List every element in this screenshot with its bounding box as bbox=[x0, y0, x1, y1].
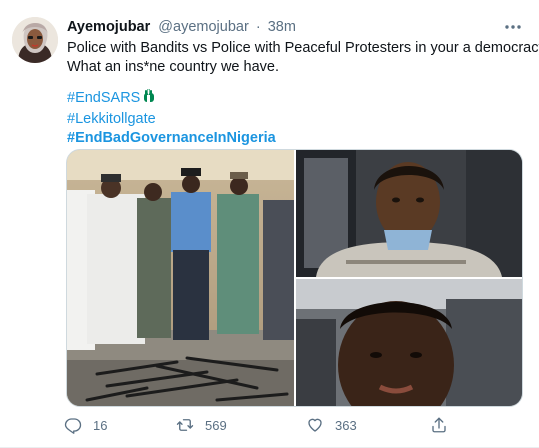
separator-dot: · bbox=[255, 19, 261, 35]
hashtag-list: #EndSARS #Lekkitollgate #EndBadGovernanc… bbox=[67, 88, 276, 148]
raised-fist-emoji-icon bbox=[143, 88, 155, 110]
share-button[interactable] bbox=[428, 413, 450, 437]
hashtag-lekkitollgate[interactable]: #Lekkitollgate bbox=[67, 110, 276, 129]
like-count: 363 bbox=[335, 417, 357, 433]
retweet-button[interactable]: 569 bbox=[174, 413, 227, 437]
tweet-card[interactable]: Ayemojubar @ayemojubar · 38m Police with… bbox=[0, 0, 539, 448]
like-button[interactable]: 363 bbox=[304, 413, 357, 437]
tweet-header: Ayemojubar @ayemojubar · 38m bbox=[67, 17, 527, 37]
tweet-actions: 16 569 363 bbox=[60, 413, 480, 437]
photo-police-with-weapons[interactable] bbox=[67, 150, 294, 406]
reply-icon bbox=[62, 414, 84, 436]
heart-icon bbox=[304, 414, 326, 436]
tweet-text-line2: What an ins*ne country we have. bbox=[67, 59, 279, 75]
author-handle[interactable]: @ayemojubar bbox=[158, 19, 248, 35]
author-name[interactable]: Ayemojubar bbox=[67, 19, 150, 35]
avatar[interactable] bbox=[12, 17, 58, 63]
retweet-icon bbox=[174, 414, 196, 436]
reply-button[interactable]: 16 bbox=[62, 413, 107, 437]
more-options-icon[interactable] bbox=[503, 19, 523, 35]
reply-count: 16 bbox=[93, 417, 108, 433]
video-still-protester-1[interactable] bbox=[296, 150, 522, 277]
avatar-image bbox=[12, 17, 58, 63]
share-icon bbox=[428, 414, 450, 436]
tweet-timestamp[interactable]: 38m bbox=[268, 19, 296, 35]
retweet-count: 569 bbox=[205, 417, 227, 433]
tweet-text-line1: Police with Bandits vs Police with Peace… bbox=[67, 40, 539, 56]
tweet-text: Police with Bandits vs Police with Peace… bbox=[67, 39, 539, 77]
media-grid bbox=[66, 149, 523, 407]
video-still-protester-2[interactable] bbox=[296, 279, 522, 406]
hashtag-endbadgovernance[interactable]: #EndBadGovernanceInNigeria bbox=[67, 129, 276, 148]
hashtag-endsars[interactable]: #EndSARS bbox=[67, 88, 276, 110]
